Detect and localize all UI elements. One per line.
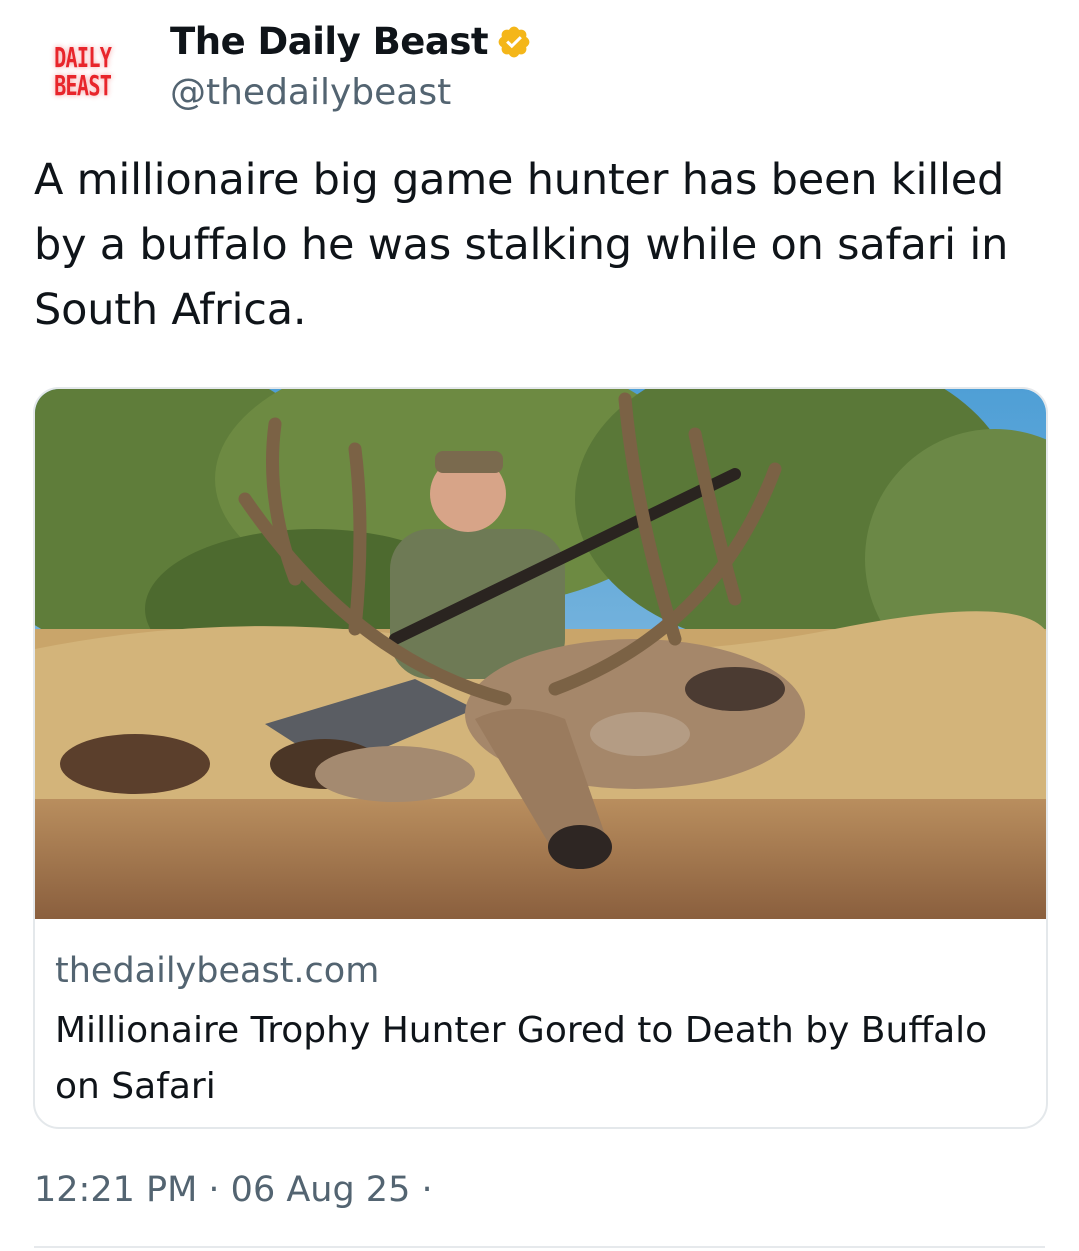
card-domain[interactable]: thedailybeast.com — [55, 951, 379, 991]
divider — [34, 1246, 1045, 1248]
verified-badge-icon — [498, 26, 530, 57]
tweet[interactable]: DAILY BEAST The Daily Beast @thedailybea… — [0, 0, 1079, 1251]
avatar[interactable]: DAILY BEAST — [40, 36, 126, 108]
avatar-line-1: DAILY — [54, 41, 112, 74]
author-handle[interactable]: @thedailybeast — [170, 72, 451, 113]
link-card[interactable]: thedailybeast.com Millionaire Trophy Hun… — [33, 387, 1048, 1129]
author-name[interactable]: The Daily Beast — [170, 20, 489, 63]
author-name-row[interactable]: The Daily Beast — [170, 20, 532, 63]
hunter-with-deer-photo[interactable] — [35, 389, 1048, 919]
avatar-line-2: BEAST — [54, 69, 112, 102]
tweet-text: A millionaire big game hunter has been k… — [34, 155, 1009, 335]
card-title[interactable]: Millionaire Trophy Hunter Gored to Death… — [55, 1003, 1005, 1115]
timestamp[interactable]: 12:21 PM · 06 Aug 25 · — [34, 1170, 433, 1210]
